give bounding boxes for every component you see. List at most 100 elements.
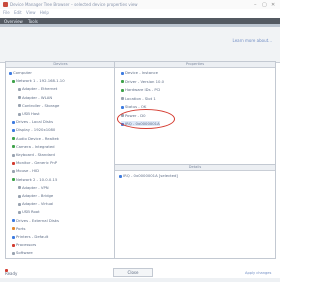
- learn-more-link[interactable]: Learn more about...: [233, 38, 272, 43]
- app-icon: [3, 2, 8, 7]
- list-item[interactable]: Network 1 - 192.168.1.10: [12, 78, 65, 83]
- list-item[interactable]: Software: [12, 250, 33, 255]
- device-icon: [12, 251, 15, 255]
- status-bar: Ready Close Apply changes: [0, 268, 280, 282]
- list-item-label: Network 2 - 10.0.0.15: [16, 176, 58, 182]
- device-icon: [18, 87, 21, 91]
- list-item-label: Adapter - Ethernet: [22, 86, 58, 92]
- highlight-circle: [117, 109, 175, 129]
- device-icon: [12, 120, 15, 124]
- list-item-label: Driver - Version 10.0: [125, 78, 165, 84]
- device-icon: [18, 186, 21, 190]
- list-item[interactable]: Hardware IDs - PCI: [121, 87, 160, 92]
- list-item[interactable]: Mouse - HID: [12, 168, 39, 173]
- devices-pane: Devices Computer Network 1 - 192.168.1.10…: [5, 61, 116, 259]
- device-icon: [12, 137, 15, 141]
- device-icon: [12, 145, 15, 149]
- menu-help[interactable]: Help: [40, 10, 49, 15]
- list-item-label: Camera - Integrated: [16, 143, 55, 149]
- menu-view[interactable]: View: [26, 10, 36, 15]
- list-item[interactable]: Adapter - Ethernet: [18, 86, 57, 91]
- maximize-button[interactable]: ▢: [262, 2, 267, 8]
- menu-edit[interactable]: Edit: [14, 10, 22, 15]
- device-icon: [18, 194, 21, 198]
- title-bar: Device Manager Tree Browser – selected d…: [0, 0, 280, 9]
- device-icon: [18, 104, 21, 108]
- device-icon: [121, 105, 124, 109]
- list-item-label: Network 1 - 192.168.1.10: [16, 78, 65, 84]
- list-item-label: Keyboard - Standard: [16, 152, 55, 157]
- list-item[interactable]: Drives - Local Disks: [12, 119, 53, 124]
- list-item[interactable]: Device - Instance: [121, 70, 158, 75]
- list-item-label: Display - 1920x1080: [16, 127, 56, 133]
- device-icon: [12, 178, 15, 182]
- list-item-label: Hardware IDs - PCI: [125, 87, 161, 92]
- close-dialog-button[interactable]: Close: [113, 268, 153, 277]
- bottom-strip: [0, 278, 280, 282]
- device-icon: [12, 153, 15, 157]
- device-icon: [12, 227, 15, 231]
- device-icon: [18, 96, 21, 100]
- list-item[interactable]: USB Root: [18, 209, 40, 214]
- list-item-label: Printers - Default: [16, 234, 49, 239]
- minimize-button[interactable]: –: [254, 2, 257, 8]
- list-item-label: USB Host: [22, 111, 40, 116]
- list-item-label: Controller - Storage: [22, 102, 60, 108]
- list-item-label: Adapter - Bridge: [22, 193, 54, 198]
- device-icon: [121, 88, 124, 92]
- list-item-label: Drives - External Disks: [16, 217, 59, 223]
- list-item[interactable]: Camera - Integrated: [12, 144, 55, 149]
- apply-link[interactable]: Apply changes: [245, 271, 271, 275]
- window-title: Device Manager Tree Browser – selected d…: [10, 2, 138, 7]
- list-item[interactable]: USB Host: [18, 111, 40, 116]
- list-item[interactable]: Location - Slot 1: [121, 96, 156, 101]
- list-item-label: IRQ - 0x0000001A [selected]: [123, 173, 178, 178]
- list-item-label: Computer: [13, 70, 32, 75]
- header-band: [0, 24, 280, 27]
- list-item[interactable]: Audio Device - Realtek: [12, 136, 59, 141]
- device-icon: [12, 128, 15, 132]
- device-icon: [18, 112, 21, 116]
- list-item[interactable]: Network 2 - 10.0.0.15: [12, 177, 57, 182]
- device-icon: [121, 80, 124, 83]
- device-icon: [12, 219, 15, 223]
- device-icon: [12, 161, 15, 165]
- list-item-label: USB Root: [22, 209, 40, 215]
- device-icon: [18, 202, 21, 206]
- list-item[interactable]: Adapter - Bridge: [18, 193, 53, 198]
- device-icon: [119, 174, 122, 178]
- list-item-label: Drives - Local Disks: [16, 119, 54, 125]
- list-item[interactable]: Adapter - WLAN: [18, 95, 52, 100]
- list-item-label: Adapter - WLAN: [22, 94, 53, 100]
- list-item-label: Monitor - Generic PnP: [16, 160, 58, 166]
- list-item[interactable]: Controller - Storage: [18, 103, 59, 108]
- properties-pane-title: Properties: [115, 62, 275, 68]
- list-item[interactable]: IRQ - 0x0000001A [selected]: [119, 173, 178, 178]
- device-icon: [12, 235, 15, 239]
- devices-pane-title: Devices: [6, 62, 115, 68]
- list-item[interactable]: Monitor - Generic PnP: [12, 160, 57, 165]
- list-item[interactable]: Printers - Default: [12, 234, 48, 239]
- list-item[interactable]: Driver - Version 10.0: [121, 79, 164, 84]
- list-item[interactable]: Ports: [12, 226, 26, 231]
- menu-file[interactable]: File: [3, 10, 10, 15]
- list-item-label: Software: [16, 250, 33, 256]
- list-item[interactable]: Adapter - Virtual: [18, 201, 53, 206]
- list-item[interactable]: Adapter - VPN: [18, 185, 49, 190]
- close-button[interactable]: ✕: [271, 2, 275, 8]
- list-item[interactable]: Drives - External Disks: [12, 218, 59, 223]
- list-item[interactable]: Keyboard - Standard: [12, 152, 55, 157]
- device-icon: [18, 210, 21, 214]
- list-item-label: Adapter - Virtual: [22, 201, 54, 207]
- list-item[interactable]: Processors: [12, 242, 36, 247]
- device-icon: [12, 243, 15, 247]
- menu-bar: File Edit View Help: [0, 10, 283, 16]
- details-pane: Details IRQ - 0x0000001A [selected]: [114, 164, 276, 259]
- header-area: Learn more about...: [0, 24, 280, 63]
- list-item-label: Ports: [16, 225, 26, 231]
- list-item[interactable]: Display - 1920x1080: [12, 127, 55, 132]
- list-item[interactable]: Computer: [9, 70, 32, 75]
- device-icon: [121, 97, 124, 100]
- list-item-label: Mouse - HID: [16, 168, 40, 174]
- status-icon: [5, 269, 8, 272]
